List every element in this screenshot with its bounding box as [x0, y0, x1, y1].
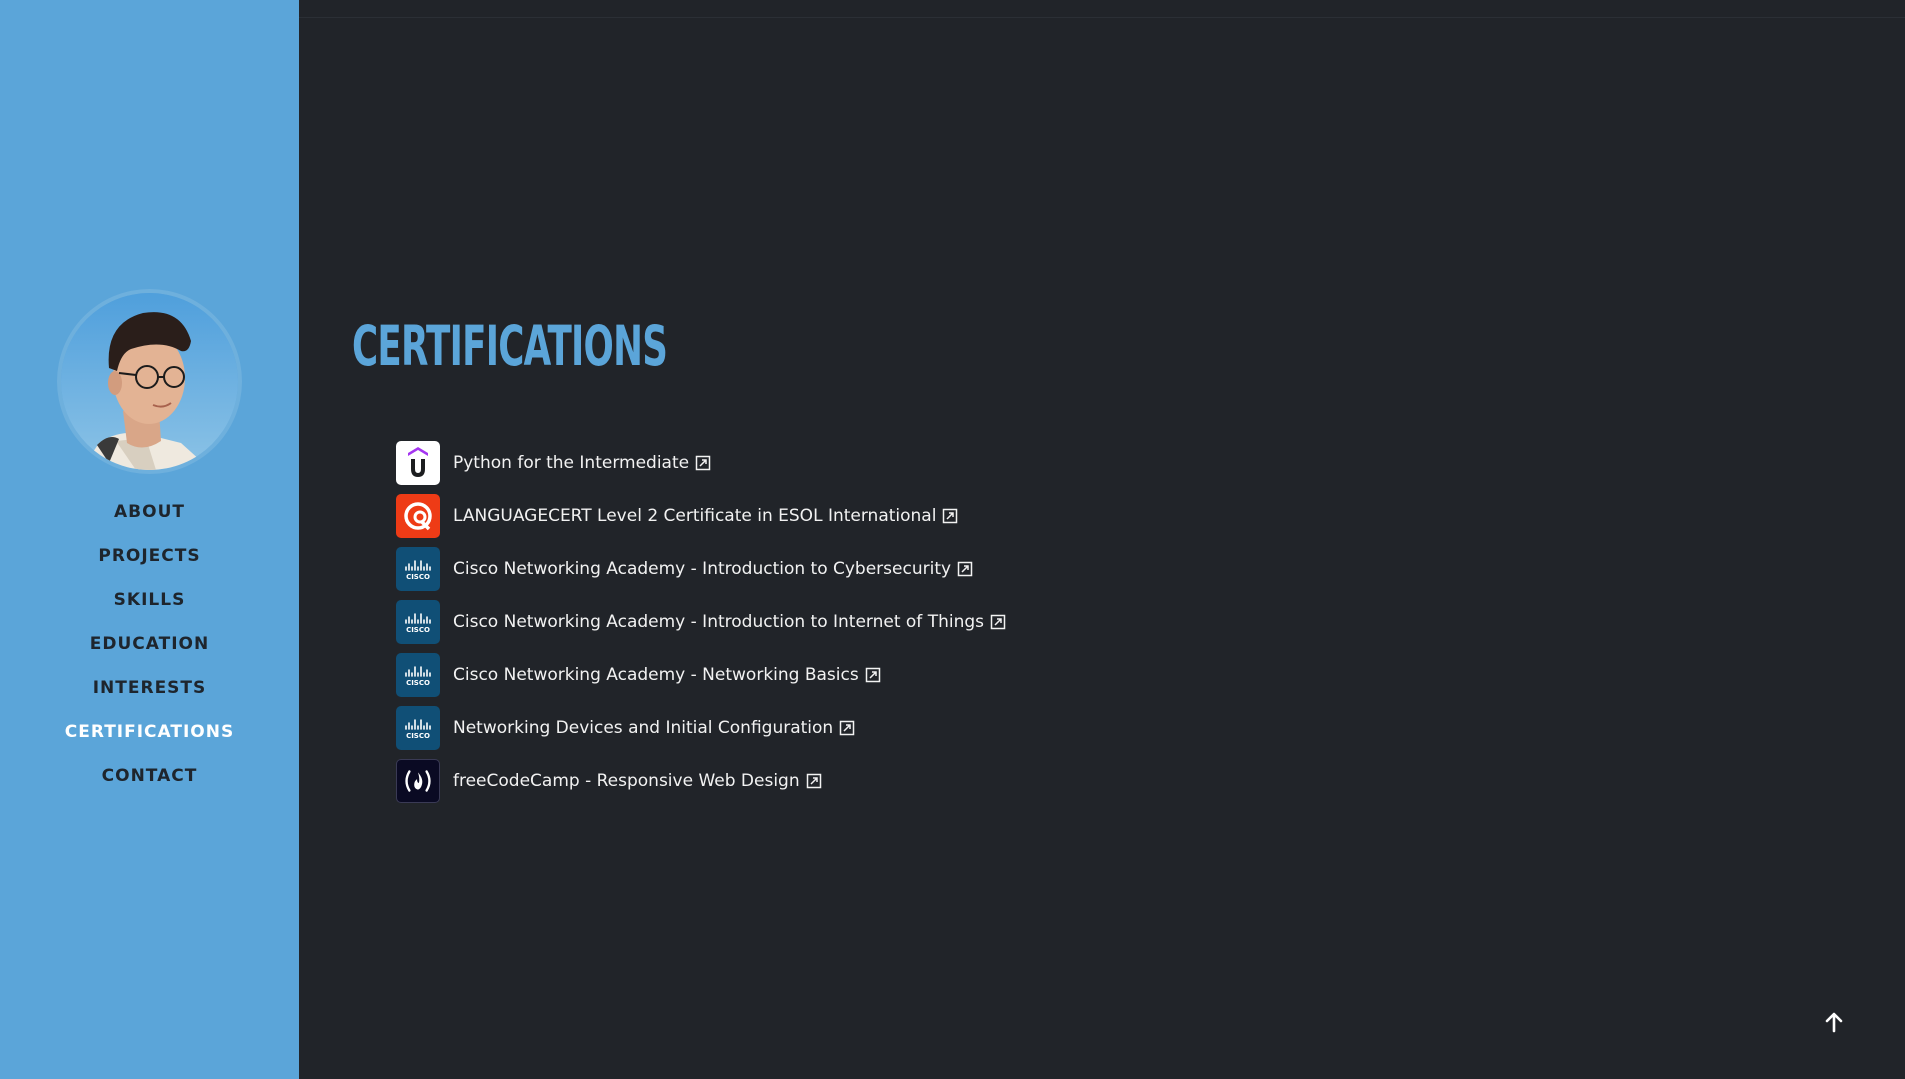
- cert-link[interactable]: Cisco Networking Academy - Introduction …: [453, 559, 973, 579]
- list-item: freeCodeCamp - Responsive Web Design: [396, 754, 1006, 807]
- svg-text:CISCO: CISCO: [406, 573, 430, 581]
- nav-projects[interactable]: PROJECTS: [98, 534, 200, 578]
- cert-title: LANGUAGECERT Level 2 Certificate in ESOL…: [453, 505, 937, 526]
- external-link-icon: [957, 561, 973, 577]
- sidebar: ABOUT PROJECTS SKILLS EDUCATION INTEREST…: [0, 0, 299, 1079]
- cisco-logo: CISCO: [396, 546, 440, 591]
- cisco-logo: CISCO: [396, 652, 440, 697]
- cisco-logo: CISCO: [396, 705, 440, 750]
- nav-about[interactable]: ABOUT: [114, 490, 185, 534]
- nav-interests[interactable]: INTERESTS: [93, 666, 207, 710]
- cert-link[interactable]: Networking Devices and Initial Configura…: [453, 718, 855, 738]
- sidebar-nav: ABOUT PROJECTS SKILLS EDUCATION INTEREST…: [0, 490, 299, 798]
- cert-title: Cisco Networking Academy - Networking Ba…: [453, 664, 859, 685]
- cert-title: freeCodeCamp - Responsive Web Design: [453, 770, 800, 791]
- arrow-up-icon: [1824, 1011, 1844, 1037]
- cert-link[interactable]: Cisco Networking Academy - Networking Ba…: [453, 665, 881, 685]
- external-link-icon: [839, 720, 855, 736]
- svg-text:CISCO: CISCO: [406, 679, 430, 687]
- external-link-icon: [865, 667, 881, 683]
- nav-contact[interactable]: CONTACT: [102, 754, 198, 798]
- top-divider: [299, 17, 1905, 18]
- back-to-top-button[interactable]: [1820, 1010, 1848, 1038]
- list-item: Python for the Intermediate: [396, 436, 1006, 489]
- external-link-icon: [942, 508, 958, 524]
- external-link-icon: [695, 455, 711, 471]
- freecodecamp-logo: [396, 758, 440, 803]
- svg-text:CISCO: CISCO: [406, 732, 430, 740]
- cert-title: Networking Devices and Initial Configura…: [453, 717, 834, 738]
- page-title: CERTIFICATIONS: [352, 314, 668, 378]
- cert-title: Cisco Networking Academy - Introduction …: [453, 558, 952, 579]
- list-item: LANGUAGECERT Level 2 Certificate in ESOL…: [396, 489, 1006, 542]
- list-item: CISCO Networking Devices and Initial Con…: [396, 701, 1006, 754]
- nav-skills[interactable]: SKILLS: [114, 578, 186, 622]
- profile-avatar: [61, 293, 238, 470]
- languagecert-logo: [396, 493, 440, 538]
- cert-link[interactable]: Cisco Networking Academy - Introduction …: [453, 612, 1006, 632]
- cert-link[interactable]: LANGUAGECERT Level 2 Certificate in ESOL…: [453, 506, 958, 526]
- udemy-logo: [396, 440, 440, 485]
- cert-title: Python for the Intermediate: [453, 452, 690, 473]
- external-link-icon: [990, 614, 1006, 630]
- list-item: CISCO Cisco Networking Academy - Network…: [396, 648, 1006, 701]
- cert-link[interactable]: Python for the Intermediate: [453, 453, 711, 473]
- list-item: CISCO Cisco Networking Academy - Introdu…: [396, 595, 1006, 648]
- nav-education[interactable]: EDUCATION: [90, 622, 209, 666]
- svg-text:CISCO: CISCO: [406, 626, 430, 634]
- certifications-list: Python for the Intermediate LANGUAGECERT…: [396, 436, 1006, 807]
- nav-certifications[interactable]: CERTIFICATIONS: [65, 710, 234, 754]
- cert-title: Cisco Networking Academy - Introduction …: [453, 611, 985, 632]
- cert-link[interactable]: freeCodeCamp - Responsive Web Design: [453, 771, 822, 791]
- list-item: CISCO Cisco Networking Academy - Introdu…: [396, 542, 1006, 595]
- cisco-logo: CISCO: [396, 599, 440, 644]
- external-link-icon: [806, 773, 822, 789]
